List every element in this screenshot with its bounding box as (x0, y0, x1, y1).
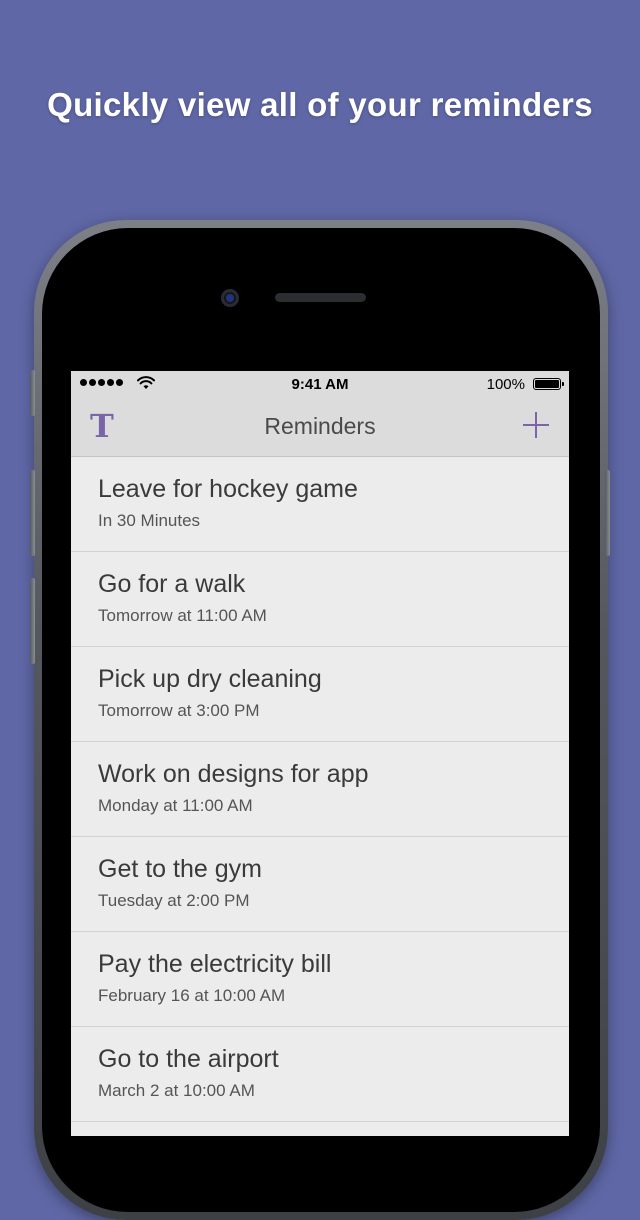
reminder-row[interactable]: Pick up dry cleaning Tomorrow at 3:00 PM (71, 647, 569, 742)
reminder-row[interactable]: Go for a walk Tomorrow at 11:00 AM (71, 552, 569, 647)
reminder-row[interactable]: Go to the airport March 2 at 10:00 AM (71, 1027, 569, 1122)
volume-up-button (30, 470, 35, 556)
reminder-row[interactable]: Get to the gym Tuesday at 2:00 PM (71, 837, 569, 932)
front-camera (221, 289, 239, 307)
reminder-due-time: Tuesday at 2:00 PM (98, 891, 250, 910)
reminder-title: Pay the electricity bill (98, 950, 332, 978)
reminder-row[interactable]: Pay the electricity bill February 16 at … (71, 932, 569, 1027)
reminder-row[interactable] (71, 1122, 569, 1136)
reminder-due-time: Tomorrow at 3:00 PM (98, 701, 260, 720)
reminder-due-time: February 16 at 10:00 AM (98, 986, 286, 1005)
reminder-title: Go to the airport (98, 1045, 279, 1073)
reminder-due-time: Monday at 11:00 AM (98, 796, 253, 815)
earpiece-speaker (275, 293, 366, 302)
headline: Quickly view all of your reminders (47, 86, 593, 123)
navigation-bar: T Reminders (71, 399, 569, 457)
reminder-row[interactable]: Work on designs for app Monday at 11:00 … (71, 742, 569, 837)
status-bar: 9:41 AM 100% (71, 371, 569, 399)
reminder-list: Leave for hockey game In 30 Minutes Go f… (71, 457, 569, 1136)
reminder-due-time: Tomorrow at 11:00 AM (98, 606, 267, 625)
volume-down-button (30, 578, 35, 664)
battery-percent: 100% (486, 376, 525, 393)
battery-icon (533, 378, 564, 390)
reminder-due-time: In 30 Minutes (98, 511, 201, 530)
power-button (605, 470, 610, 556)
mute-switch (30, 370, 35, 416)
reminder-due-time: March 2 at 10:00 AM (98, 1081, 255, 1100)
page-title: Reminders (264, 413, 376, 439)
reminder-title: Leave for hockey game (98, 475, 358, 503)
reminder-row[interactable]: Leave for hockey game In 30 Minutes (71, 457, 569, 552)
reminder-title: Go for a walk (98, 570, 246, 598)
reminder-title: Pick up dry cleaning (98, 665, 322, 693)
reminder-title: Get to the gym (98, 855, 262, 883)
add-reminder-button[interactable] (521, 410, 551, 440)
app-screen: 9:41 AM 100% T Reminders Leave for hocke… (71, 371, 569, 1136)
reminder-title: Work on designs for app (98, 760, 369, 788)
